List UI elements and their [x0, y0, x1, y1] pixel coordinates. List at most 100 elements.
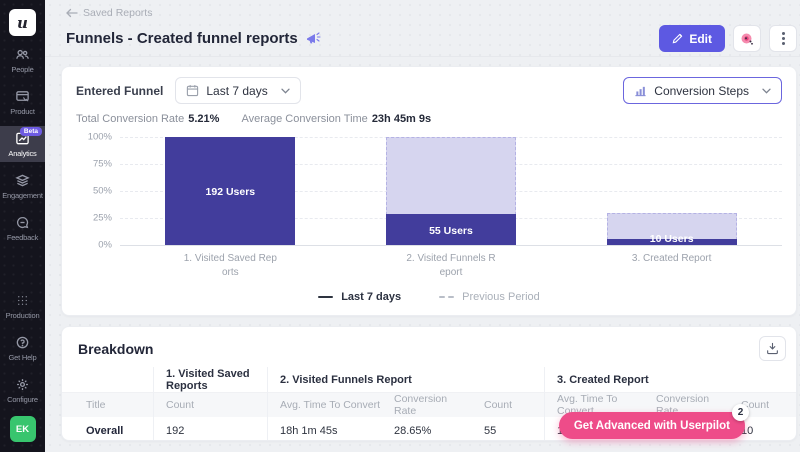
funnel-chart-card: Entered Funnel Last 7 days Conversion St… [61, 66, 797, 316]
y-tick-label: 100% [88, 132, 112, 143]
sidebar-item-engagement[interactable]: Engagement [0, 168, 45, 204]
sidebar-item-product[interactable]: Product [0, 84, 45, 120]
bar-group[interactable]: 10 Users [561, 137, 782, 245]
chevron-down-icon [281, 88, 290, 94]
avg-conversion-time-label: Average Conversion Time [241, 113, 367, 125]
sidebar-item-label: Feedback [7, 233, 38, 242]
cell-conv-rate-2: 28.65% [382, 417, 472, 441]
funnel-bar-chart: 100%75%50%25%0% 192 Users55 Users10 User… [76, 137, 782, 245]
y-tick-label: 50% [93, 186, 112, 197]
current-period-bar [607, 239, 737, 245]
bar-chart-icon [634, 85, 647, 97]
summary-stats: Total Conversion Rate 5.21% Average Conve… [76, 113, 782, 125]
breakdown-group-header-row: 1. Visited Saved Reports 2. Visited Funn… [62, 367, 796, 393]
engagement-layers-icon [15, 173, 30, 188]
cell-count-1: 192 [153, 417, 267, 441]
bar-wrap: 55 Users [386, 137, 516, 245]
download-button[interactable] [759, 336, 786, 361]
dashed-line-swatch [439, 296, 454, 299]
more-options-button[interactable] [769, 25, 797, 52]
pink-target-icon [739, 31, 755, 47]
breakdown-title: Breakdown [78, 341, 153, 357]
view-selector-dropdown[interactable]: Conversion Steps [623, 77, 782, 104]
sidebar-item-label: Product [10, 107, 34, 116]
chevron-down-icon [762, 88, 771, 94]
sidebar-item-production[interactable]: Production [0, 288, 45, 324]
col-header-conv-rate-2: Conversion Rate [382, 393, 472, 417]
sidebar-item-analytics[interactable]: Beta Analytics [0, 126, 45, 162]
sidebar-item-configure[interactable]: Configure [0, 372, 45, 408]
get-advanced-button[interactable]: Get Advanced with Userpilot 2 [559, 412, 745, 439]
bar-group[interactable]: 192 Users [120, 137, 341, 245]
group-header-empty [62, 367, 153, 393]
date-range-dropdown[interactable]: Last 7 days [175, 77, 300, 104]
grid-icon [15, 293, 30, 308]
people-icon [15, 47, 30, 62]
sidebar-item-get-help[interactable]: Get Help [0, 330, 45, 366]
group-header-step1: 1. Visited Saved Reports [153, 367, 267, 393]
x-tick-label: 3. Created Report [561, 252, 782, 279]
user-avatar[interactable]: EK [10, 416, 36, 442]
legend-previous-label: Previous Period [462, 291, 540, 303]
product-icon [15, 89, 30, 104]
y-axis: 100%75%50%25%0% [76, 137, 120, 245]
sidebar-item-label: Production [6, 311, 40, 320]
edit-button[interactable]: Edit [659, 25, 725, 52]
group-header-step3: 3. Created Report [544, 367, 796, 393]
get-advanced-label: Get Advanced with Userpilot [574, 420, 730, 432]
help-icon [15, 335, 30, 350]
cell-title: Overall [62, 417, 153, 441]
legend-item-previous[interactable]: Previous Period [439, 291, 540, 303]
entered-funnel-label: Entered Funnel [76, 84, 163, 98]
breadcrumb-label: Saved Reports [83, 7, 152, 19]
group-header-step2: 2. Visited Funnels Report [267, 367, 544, 393]
back-arrow-icon [66, 8, 78, 18]
solid-line-swatch [318, 296, 333, 299]
beta-badge: Beta [20, 127, 42, 136]
sidebar-item-label: People [11, 65, 33, 74]
edit-button-label: Edit [689, 32, 712, 46]
view-selector-value: Conversion Steps [654, 84, 749, 98]
y-tick-label: 0% [98, 240, 112, 251]
avg-conversion-time-value: 23h 45m 9s [372, 113, 431, 125]
total-conversion-rate-value: 5.21% [188, 113, 219, 125]
breadcrumb[interactable]: Saved Reports [66, 7, 797, 19]
bar-group[interactable]: 55 Users [341, 137, 562, 245]
x-tick-label: 2. Visited Funnels Report [341, 252, 562, 279]
download-icon [766, 342, 779, 355]
sidebar-item-label: Configure [7, 395, 38, 404]
avg-conversion-time: Average Conversion Time 23h 45m 9s [241, 113, 431, 125]
main-area: Saved Reports Funnels - Created funnel r… [45, 0, 800, 452]
gear-icon [15, 377, 30, 392]
calendar-icon [186, 84, 199, 97]
bar-wrap: 10 Users [607, 137, 737, 245]
gridline [120, 245, 782, 246]
current-period-bar [386, 214, 516, 245]
userpilot-logo[interactable]: u [9, 9, 36, 36]
sidebar-item-people[interactable]: People [0, 42, 45, 78]
sidebar: u People Product Beta Analytics Engageme… [0, 0, 45, 452]
y-tick-label: 25% [93, 213, 112, 224]
kebab-icon [782, 32, 785, 45]
x-axis-labels: 1. Visited Saved Reports2. Visited Funne… [120, 252, 782, 279]
chart-plot-area: 192 Users 55 Users 10 Users [120, 137, 782, 245]
cell-avg-time-2: 18h 1m 45s [267, 417, 382, 441]
sidebar-item-label: Engagement [2, 191, 43, 200]
sidebar-item-feedback[interactable]: Feedback [0, 210, 45, 246]
page-header: Saved Reports Funnels - Created funnel r… [45, 0, 800, 57]
col-header-title: Title [62, 393, 153, 417]
col-header-avg-time-2: Avg. Time To Convert [267, 393, 382, 417]
col-header-count-2: Count [472, 393, 544, 417]
legend-current-label: Last 7 days [341, 291, 401, 303]
pencil-icon [672, 33, 683, 44]
total-conversion-rate-label: Total Conversion Rate [76, 113, 184, 125]
page-title: Funnels - Created funnel reports [66, 30, 298, 47]
sidebar-item-label: Get Help [9, 353, 37, 362]
cell-count-2: 55 [472, 417, 544, 441]
bar-wrap: 192 Users [165, 137, 295, 245]
y-tick-label: 75% [93, 159, 112, 170]
highlight-button[interactable] [733, 25, 761, 52]
current-period-bar [165, 137, 295, 245]
feedback-chat-icon [15, 215, 30, 230]
legend-item-current[interactable]: Last 7 days [318, 291, 401, 303]
